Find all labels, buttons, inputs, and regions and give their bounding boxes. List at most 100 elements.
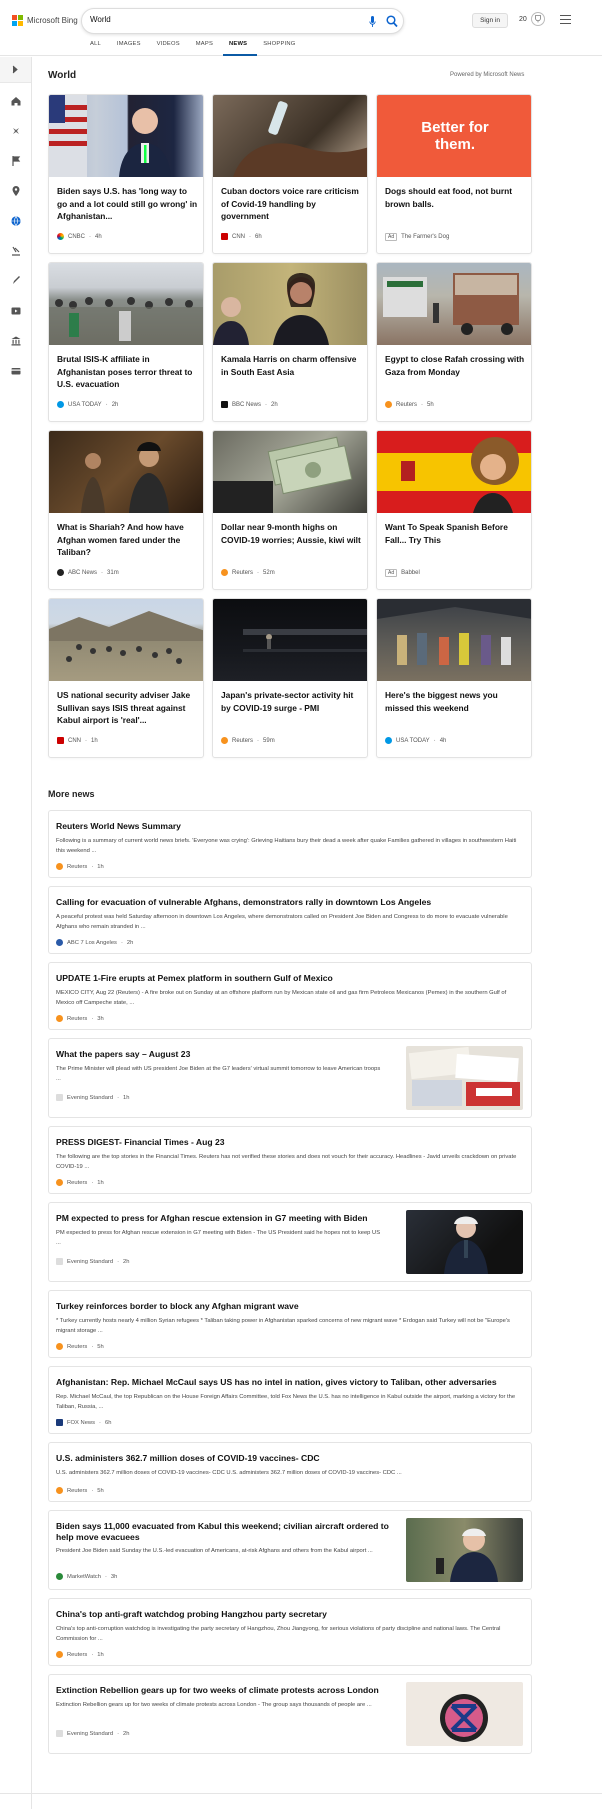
- evening-standard-logo-icon: [56, 1730, 63, 1737]
- news-card[interactable]: US national security adviser Jake Sulliv…: [48, 598, 204, 758]
- news-card[interactable]: Biden says U.S. has 'long way to go and …: [48, 94, 204, 254]
- news-headline[interactable]: UPDATE 1-Fire erupts at Pemex platform i…: [56, 973, 522, 984]
- card-title[interactable]: Brutal ISIS-K affiliate in Afghanistan p…: [57, 353, 199, 391]
- ad-card[interactable]: Want To Speak Spanish Before Fall... Try…: [376, 430, 532, 590]
- news-list-item[interactable]: Calling for evacuation of vulnerable Afg…: [48, 886, 532, 954]
- tab-all[interactable]: ALL: [84, 40, 111, 56]
- card-title[interactable]: Cuban doctors voice rare criticism of Co…: [221, 185, 363, 223]
- truck-image: [383, 273, 519, 335]
- news-thumbnail: [406, 1210, 523, 1274]
- card-source: Ad Babbel: [385, 569, 420, 577]
- tab-shopping[interactable]: SHOPPING: [257, 40, 305, 56]
- news-list-item[interactable]: Extinction Rebellion gears up for two we…: [48, 1674, 532, 1754]
- menu-icon[interactable]: [560, 15, 571, 24]
- card-source: Ad The Farmer's Dog: [385, 233, 449, 241]
- bing-logo[interactable]: Microsoft Bing: [12, 15, 78, 26]
- news-headline[interactable]: PM expected to press for Afghan rescue e…: [56, 1213, 396, 1224]
- news-snippet: Following is a summary of current world …: [56, 838, 517, 854]
- card-title[interactable]: Kamala Harris on charm offensive in Sout…: [221, 353, 363, 378]
- news-list-item[interactable]: UPDATE 1-Fire erupts at Pemex platform i…: [48, 962, 532, 1030]
- evening-standard-logo-icon: [56, 1094, 63, 1101]
- rewards-count[interactable]: 20: [519, 16, 527, 23]
- card-title[interactable]: Biden says U.S. has 'long way to go and …: [57, 185, 199, 223]
- news-headline[interactable]: Calling for evacuation of vulnerable Afg…: [56, 897, 522, 908]
- news-card[interactable]: Kamala Harris on charm offensive in Sout…: [212, 262, 368, 422]
- news-headline[interactable]: What the papers say – August 23: [56, 1049, 396, 1060]
- news-headline[interactable]: PRESS DIGEST- Financial Times - Aug 23: [56, 1137, 522, 1148]
- card-title[interactable]: US national security adviser Jake Sulliv…: [57, 689, 199, 727]
- card-title[interactable]: Dogs should eat food, not burnt brown ba…: [385, 185, 527, 210]
- sign-in-button[interactable]: Sign in: [472, 13, 508, 28]
- news-list-item[interactable]: PM expected to press for Afghan rescue e…: [48, 1202, 532, 1282]
- reuters-logo-icon: [56, 863, 63, 870]
- news-list-item[interactable]: China's top anti-graft watchdog probing …: [48, 1598, 532, 1666]
- news-headline[interactable]: Extinction Rebellion gears up for two we…: [56, 1685, 396, 1696]
- card-icon[interactable]: [10, 365, 22, 377]
- science-icon[interactable]: [10, 245, 22, 257]
- search-icon[interactable]: [386, 15, 398, 28]
- microphone-icon[interactable]: [369, 16, 376, 28]
- timestamp: 4h: [439, 737, 447, 744]
- timestamp: 3h: [97, 1015, 104, 1022]
- dark-street-image: [243, 629, 367, 652]
- news-headline[interactable]: Afghanistan: Rep. Michael McCaul says US…: [56, 1377, 522, 1388]
- card-title[interactable]: Dollar near 9-month highs on COVID-19 wo…: [221, 521, 363, 546]
- news-list-item[interactable]: U.S. administers 362.7 million doses of …: [48, 1442, 532, 1502]
- rocket-icon[interactable]: [10, 275, 22, 287]
- card-title[interactable]: Japan's private-sector activity hit by C…: [221, 689, 363, 714]
- location-pin-icon[interactable]: [10, 185, 22, 197]
- news-source: Reuters · 3h: [56, 1015, 104, 1022]
- news-snippet: U.S. administers 362.7 million doses of …: [56, 1470, 402, 1476]
- discover-icon[interactable]: [10, 125, 22, 137]
- news-card[interactable]: Brutal ISIS-K affiliate in Afghanistan p…: [48, 262, 204, 422]
- video-icon[interactable]: [10, 305, 22, 317]
- crowd-image: [49, 297, 203, 345]
- sidebar-expand-button[interactable]: [0, 57, 31, 83]
- card-title[interactable]: Want To Speak Spanish Before Fall... Try…: [385, 521, 527, 546]
- news-list-item[interactable]: Afghanistan: Rep. Michael McCaul says US…: [48, 1366, 532, 1434]
- rewards-trophy-icon[interactable]: [531, 12, 545, 26]
- news-list-item[interactable]: Reuters World News Summary Following is …: [48, 810, 532, 878]
- timestamp: 6h: [255, 233, 262, 240]
- news-headline[interactable]: Biden says 11,000 evacuated from Kabul t…: [56, 1521, 396, 1543]
- ad-card[interactable]: Better for them. Dogs should eat food, n…: [376, 94, 532, 254]
- tab-news[interactable]: NEWS: [223, 40, 258, 56]
- card-source: BBC News · 2h: [221, 401, 278, 408]
- tab-images[interactable]: IMAGES: [111, 40, 151, 56]
- timestamp: 52m: [263, 569, 275, 576]
- news-headline[interactable]: Turkey reinforces border to block any Af…: [56, 1301, 522, 1312]
- powered-by-label[interactable]: Powered by Microsoft News: [450, 72, 524, 78]
- news-card[interactable]: Here's the biggest news you missed this …: [376, 598, 532, 758]
- home-icon[interactable]: [10, 95, 22, 107]
- left-sidebar: [0, 57, 32, 1809]
- card-title[interactable]: Here's the biggest news you missed this …: [385, 689, 527, 714]
- source-name: ABC News: [68, 569, 98, 576]
- timestamp: 2h: [111, 401, 119, 408]
- news-card[interactable]: Cuban doctors voice rare criticism of Co…: [212, 94, 368, 254]
- vertical-tabs: ALL IMAGES VIDEOS MAPS NEWS SHOPPING: [84, 40, 305, 56]
- news-list-item[interactable]: Turkey reinforces border to block any Af…: [48, 1290, 532, 1358]
- globe-icon[interactable]: [10, 215, 22, 227]
- news-list-item[interactable]: What the papers say – August 23 The Prim…: [48, 1038, 532, 1118]
- source-name: BBC News: [232, 401, 262, 408]
- news-card[interactable]: Dollar near 9-month highs on COVID-19 wo…: [212, 430, 368, 590]
- card-title[interactable]: What is Shariah? And how have Afghan wom…: [57, 521, 199, 559]
- news-list-item[interactable]: PRESS DIGEST- Financial Times - Aug 23 T…: [48, 1126, 532, 1194]
- bank-icon[interactable]: [10, 335, 22, 347]
- news-headline[interactable]: China's top anti-graft watchdog probing …: [56, 1609, 522, 1620]
- tab-maps[interactable]: MAPS: [190, 40, 223, 56]
- timestamp: 1h: [97, 1179, 104, 1186]
- search-box[interactable]: [81, 8, 404, 34]
- news-card[interactable]: Egypt to close Rafah crossing with Gaza …: [376, 262, 532, 422]
- tab-videos[interactable]: VIDEOS: [151, 40, 190, 56]
- flag-icon[interactable]: [10, 155, 22, 167]
- card-title[interactable]: Egypt to close Rafah crossing with Gaza …: [385, 353, 527, 378]
- news-headline[interactable]: Reuters World News Summary: [56, 821, 522, 832]
- news-headline[interactable]: U.S. administers 362.7 million doses of …: [56, 1453, 522, 1464]
- news-card[interactable]: What is Shariah? And how have Afghan wom…: [48, 430, 204, 590]
- news-card[interactable]: Japan's private-sector activity hit by C…: [212, 598, 368, 758]
- news-snippet: * Turkey currently hosts nearly 4 millio…: [56, 1318, 510, 1334]
- search-input[interactable]: [90, 15, 330, 24]
- timestamp: 2h: [271, 401, 278, 408]
- news-list-item[interactable]: Biden says 11,000 evacuated from Kabul t…: [48, 1510, 532, 1590]
